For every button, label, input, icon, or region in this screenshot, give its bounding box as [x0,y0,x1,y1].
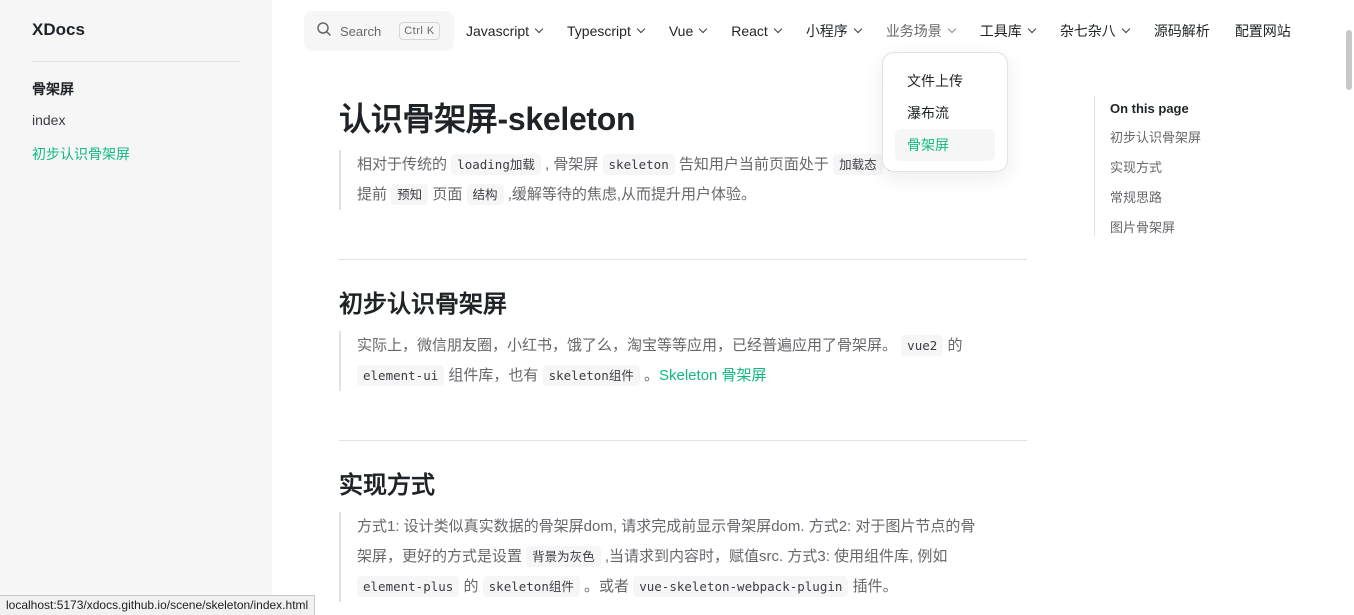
search-shortcut: Ctrl K [399,22,440,40]
scrollbar[interactable] [1346,30,1352,90]
nav-business-scenarios[interactable]: 业务场景 [886,21,957,41]
outline-item[interactable]: 实现方式 [1110,157,1274,176]
nav-react[interactable]: React [731,23,783,39]
dropdown-item-file-upload[interactable]: 文件上传 [895,65,995,97]
section-blockquote: 实际上，微信朋友圈，小红书，饿了么，淘宝等等应用，已经普遍应用了骨架屏。 vue… [339,331,1027,391]
inline-code: element-ui [357,365,445,386]
nav-tools[interactable]: 工具库 [980,21,1037,41]
nav-misc[interactable]: 杂七杂八 [1060,21,1131,41]
divider [339,440,1027,441]
chevron-down-icon [947,24,957,34]
section-blockquote: 方式1: 设计类似真实数据的骨架屏dom, 请求完成前显示骨架屏dom. 方式2… [339,512,1027,602]
site-logo[interactable]: XDocs [32,20,85,40]
inline-code: skeleton [602,154,675,175]
outline-item[interactable]: 初步认识骨架屏 [1110,127,1274,146]
dropdown-item-skeleton[interactable]: 骨架屏 [895,129,995,161]
search-icon [316,21,332,42]
chevron-down-icon [698,24,708,34]
nav-typescript[interactable]: Typescript [567,23,646,39]
inline-code: skeleton组件 [542,365,640,386]
inline-code: skeleton组件 [482,576,580,597]
divider [339,259,1027,260]
inline-code: element-plus [357,576,460,597]
search-placeholder: Search [340,23,382,39]
top-nav: Javascript Typescript Vue React 小程序 业务场景… [466,0,1291,62]
chevron-down-icon [636,24,646,34]
nav-javascript[interactable]: Javascript [466,23,544,39]
inline-code: loading加载 [451,154,541,175]
section-heading: 实现方式 [339,472,435,499]
page-title: 认识骨架屏-skeleton [339,101,636,137]
nav-source-analysis[interactable]: 源码解析 [1154,21,1210,41]
inline-code: 预知 [391,184,429,205]
business-scenarios-dropdown: 文件上传 瀑布流 骨架屏 [882,52,1008,172]
chevron-down-icon [1027,24,1037,34]
outline-item[interactable]: 常规思路 [1110,187,1274,206]
sidebar: XDocs 骨架屏 index 初步认识骨架屏 [0,0,272,615]
inline-code: 加载态 [833,154,883,175]
status-bar-url: localhost:5173/xdocs.github.io/scene/ske… [0,595,316,615]
inline-code: 背景为灰色 [526,546,601,567]
outline-item[interactable]: 图片骨架屏 [1110,217,1274,236]
nav-vue[interactable]: Vue [669,23,708,39]
sidebar-item-intro-skeleton[interactable]: 初步认识骨架屏 [32,144,130,164]
skeleton-link[interactable]: Skeleton 骨架屏 [659,367,767,384]
dropdown-item-waterfall[interactable]: 瀑布流 [895,97,995,129]
search-button[interactable]: Search Ctrl K [304,11,454,51]
sidebar-item-index[interactable]: index [32,112,65,128]
chevron-down-icon [534,24,544,34]
sidebar-divider [32,61,240,62]
page-outline: On this page 初步认识骨架屏 实现方式 常规思路 图片骨架屏 [1094,96,1274,236]
chevron-down-icon [773,24,783,34]
inline-code: vue-skeleton-webpack-plugin [633,576,849,597]
outline-title: On this page [1110,101,1189,116]
sidebar-group-title: 骨架屏 [32,81,74,97]
section-heading: 初步认识骨架屏 [339,291,507,318]
chevron-down-icon [1121,24,1131,34]
inline-code: vue2 [901,335,944,356]
inline-code: 结构 [466,184,504,205]
chevron-down-icon [853,24,863,34]
nav-miniprogram[interactable]: 小程序 [806,21,863,41]
nav-config-sites[interactable]: 配置网站 [1235,21,1291,41]
